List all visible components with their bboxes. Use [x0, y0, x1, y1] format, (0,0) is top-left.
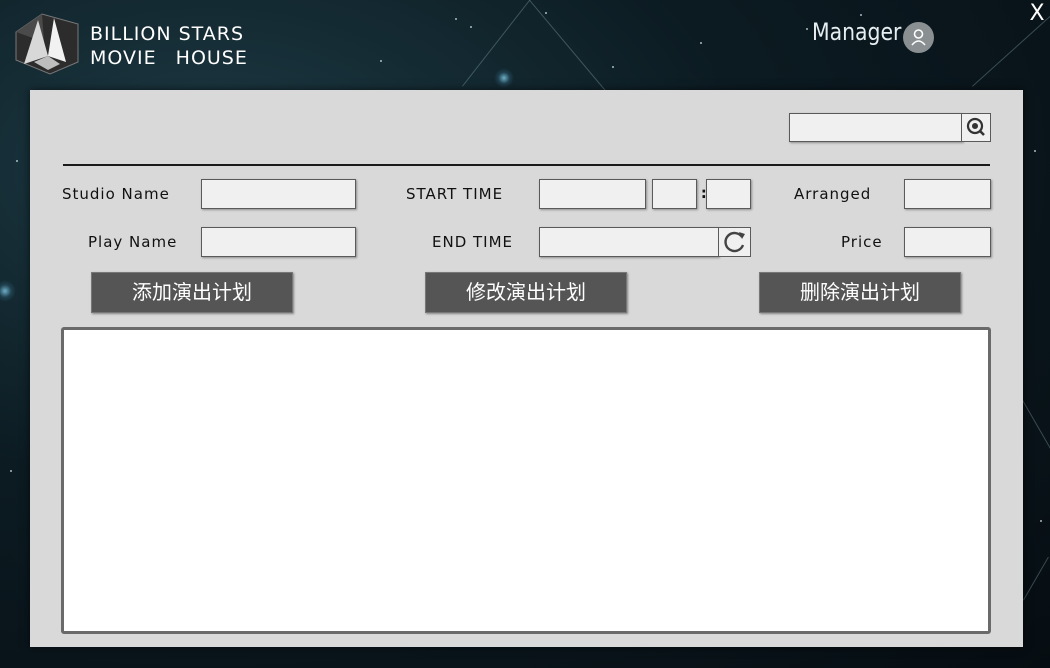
delete-plan-button[interactable]: 删除演出计划 — [759, 272, 961, 313]
end-time-label: END TIME — [432, 233, 514, 251]
end-time-field[interactable] — [539, 227, 719, 257]
arranged-label: Arranged — [794, 185, 872, 203]
price-label: Price — [841, 233, 883, 251]
play-name-field[interactable] — [201, 227, 356, 257]
close-button[interactable]: X — [1026, 2, 1048, 26]
search-icon — [966, 117, 985, 136]
brand-line-1: BILLION STARS — [90, 23, 245, 45]
brand-title: BILLION STARS MOVIE HOUSE — [90, 22, 248, 70]
plan-table[interactable] — [61, 327, 991, 634]
start-time-label: START TIME — [406, 185, 504, 203]
modify-plan-button[interactable]: 修改演出计划 — [425, 272, 627, 313]
start-date-field[interactable] — [539, 179, 646, 209]
start-hour-field[interactable] — [652, 179, 697, 209]
refresh-button[interactable] — [718, 227, 751, 257]
price-field[interactable] — [904, 227, 991, 257]
brand-line-2: MOVIE HOUSE — [90, 47, 248, 69]
user-name-label: Manager — [812, 18, 902, 46]
user-avatar-icon[interactable] — [903, 22, 934, 53]
main-panel: Studio Name START TIME : Arranged Play N… — [30, 90, 1023, 647]
add-plan-button[interactable]: 添加演出计划 — [91, 272, 293, 313]
refresh-icon — [724, 231, 745, 253]
star-logo-icon — [14, 12, 80, 76]
play-name-label: Play Name — [88, 233, 178, 251]
start-minute-field[interactable] — [706, 179, 751, 209]
studio-name-field[interactable] — [201, 179, 356, 209]
search-input[interactable] — [789, 113, 963, 142]
section-divider — [63, 164, 990, 166]
search-button[interactable] — [961, 113, 991, 142]
arranged-field[interactable] — [904, 179, 991, 209]
studio-name-label: Studio Name — [62, 185, 170, 203]
